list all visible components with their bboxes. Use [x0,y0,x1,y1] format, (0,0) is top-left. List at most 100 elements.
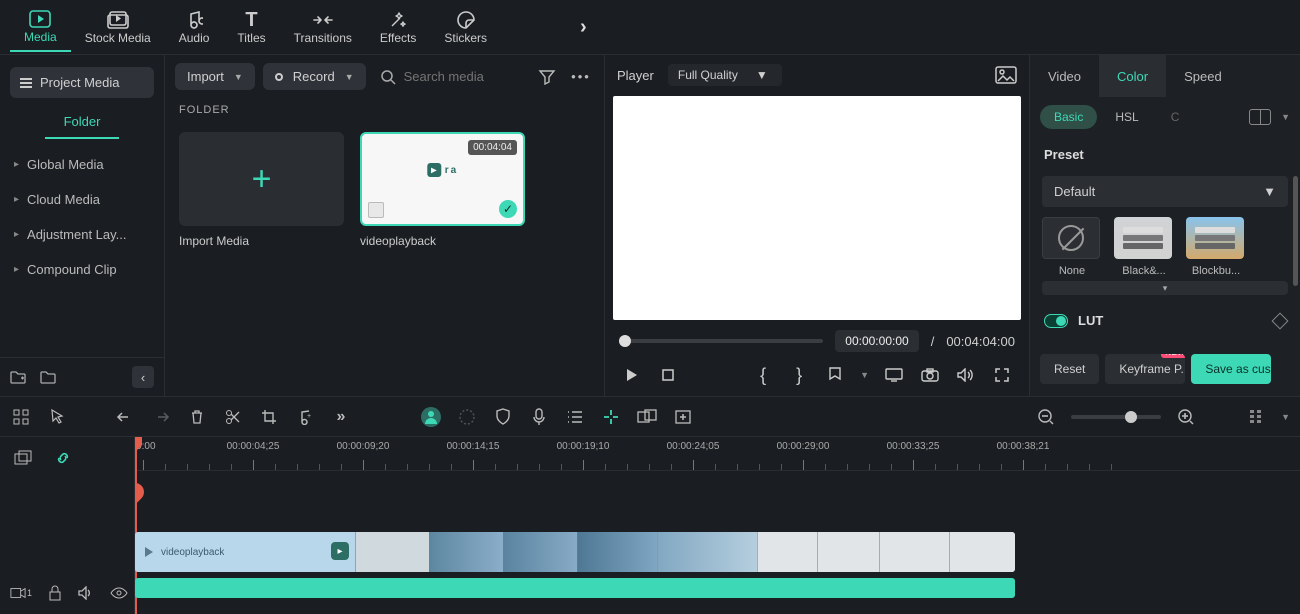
chevron-down-icon: ▼ [234,72,243,82]
timeline-ruler[interactable]: 00:0000:00:04;2500:00:09;2000:00:14;1500… [135,437,1300,471]
zoom-in-icon[interactable] [1175,406,1197,428]
duration-badge: 00:04:04 [468,140,517,155]
subtab-hsl[interactable]: HSL [1101,105,1152,129]
display-icon[interactable] [883,364,905,386]
tab-stickers[interactable]: Stickers [430,2,501,52]
tab-audio[interactable]: Audio [165,2,224,52]
split-icon[interactable] [222,406,244,428]
preset-dropdown[interactable]: Default ▼ [1042,176,1288,207]
delete-icon[interactable] [186,406,208,428]
marker[interactable] [135,479,148,504]
crop-icon[interactable] [258,406,280,428]
preset-blackwhite[interactable]: Black&... [1114,217,1174,277]
sidebar-item-cloud-media[interactable]: Cloud Media [0,182,164,217]
mark-out-icon[interactable]: } [788,364,810,386]
video-track-icon[interactable]: 1 [10,582,32,604]
tab-video[interactable]: Video [1030,55,1099,97]
audio-clip[interactable] [135,578,1015,598]
redo-icon[interactable] [150,406,172,428]
tab-media[interactable]: Media [10,2,71,52]
snapshot-icon[interactable] [919,364,941,386]
subtab-curves[interactable]: C [1157,105,1194,129]
sidebar: Project Media Folder Global Media Cloud … [0,55,165,396]
video-clip[interactable]: videoplayback ▸ [135,532,1015,572]
tab-color[interactable]: Color [1099,55,1166,97]
tab-speed[interactable]: Speed [1166,55,1240,97]
grid-icon[interactable] [10,406,32,428]
folder-tab[interactable]: Folder [45,106,119,139]
hamburger-icon [20,78,32,88]
record-button[interactable]: Record▼ [263,63,366,90]
folder-header: FOLDER [165,98,604,122]
project-media-button[interactable]: Project Media [10,67,154,98]
scrub-track[interactable] [619,339,823,343]
marker-add-icon[interactable] [600,406,622,428]
sidebar-item-compound-clip[interactable]: Compound Clip [0,252,164,287]
quality-dropdown[interactable]: Full Quality ▼ [668,64,782,86]
tab-transitions[interactable]: Transitions [280,2,366,52]
timeline-tracks[interactable]: 00:0000:00:04;2500:00:09;2000:00:14;1500… [135,437,1300,614]
chevron-right-icon[interactable]: › [580,16,587,39]
audio-icon [185,9,203,31]
keyframe-panel-button[interactable]: Keyframe P... NEW [1105,354,1185,384]
reset-button[interactable]: Reset [1040,354,1099,384]
add-track-icon[interactable] [672,406,694,428]
scrollbar-thumb[interactable] [1293,176,1298,286]
zoom-out-icon[interactable] [1035,406,1057,428]
preset-blockbuster[interactable]: Blockbu... [1186,217,1246,277]
lut-toggle[interactable] [1044,314,1068,328]
chevron-down-icon[interactable]: ▼ [1281,412,1290,422]
fullscreen-icon[interactable] [991,364,1013,386]
preset-none[interactable]: None [1042,217,1102,277]
color-wheel-icon[interactable] [456,406,478,428]
media-clip-card[interactable]: 00:04:04 ▸ra ✓ videoplayback [360,132,525,248]
sidebar-item-adjustment-layer[interactable]: Adjustment Lay... [0,217,164,252]
tab-label: Titles [237,31,265,45]
marker-dd-icon[interactable] [824,364,846,386]
play-icon[interactable] [621,364,643,386]
compare-view-icon[interactable] [1249,109,1271,125]
cursor-icon[interactable] [46,406,68,428]
overlap-icon[interactable] [636,406,658,428]
expand-icon[interactable]: » [330,406,352,428]
visibility-icon[interactable] [110,582,128,604]
import-media-card[interactable]: + Import Media [179,132,344,248]
track-height-icon[interactable] [1245,406,1267,428]
save-custom-button[interactable]: Save as cus... [1191,354,1271,384]
tab-stock-media[interactable]: Stock Media [71,2,165,52]
mic-icon[interactable] [528,406,550,428]
nest-icon[interactable] [12,447,34,469]
folder-icon[interactable] [40,369,56,385]
tab-titles[interactable]: T Titles [223,2,279,52]
lut-label: LUT [1078,313,1103,328]
player-canvas[interactable] [613,96,1021,320]
search-input[interactable] [404,69,520,84]
import-button[interactable]: Import▼ [175,63,255,90]
list-icon[interactable] [564,406,586,428]
more-icon[interactable]: ••• [568,64,594,90]
ai-avatar-icon[interactable] [420,406,442,428]
undo-icon[interactable] [114,406,136,428]
zoom-slider[interactable] [1071,415,1161,419]
filter-icon[interactable] [534,64,560,90]
stop-icon[interactable] [657,364,679,386]
expand-presets[interactable] [1042,281,1288,295]
snapshot-export-icon[interactable] [995,66,1017,84]
collapse-sidebar-icon[interactable]: ‹ [132,366,154,388]
new-folder-icon[interactable] [10,369,26,385]
scrub-thumb[interactable] [619,335,631,347]
mute-icon[interactable] [78,582,94,604]
ruler-label: 00:00:33;25 [887,441,940,452]
link-icon[interactable] [52,447,74,469]
shield-icon[interactable] [492,406,514,428]
sidebar-item-global-media[interactable]: Global Media [0,147,164,182]
chevron-down-icon[interactable]: ▼ [1281,112,1290,122]
lock-icon[interactable] [48,582,62,604]
keyframe-icon[interactable] [1272,312,1289,329]
volume-icon[interactable] [955,364,977,386]
chevron-down-icon[interactable]: ▼ [860,370,869,380]
mark-in-icon[interactable]: { [752,364,774,386]
subtab-basic[interactable]: Basic [1040,105,1097,129]
tab-effects[interactable]: Effects [366,2,430,52]
speed-note-icon[interactable]: + [294,406,316,428]
